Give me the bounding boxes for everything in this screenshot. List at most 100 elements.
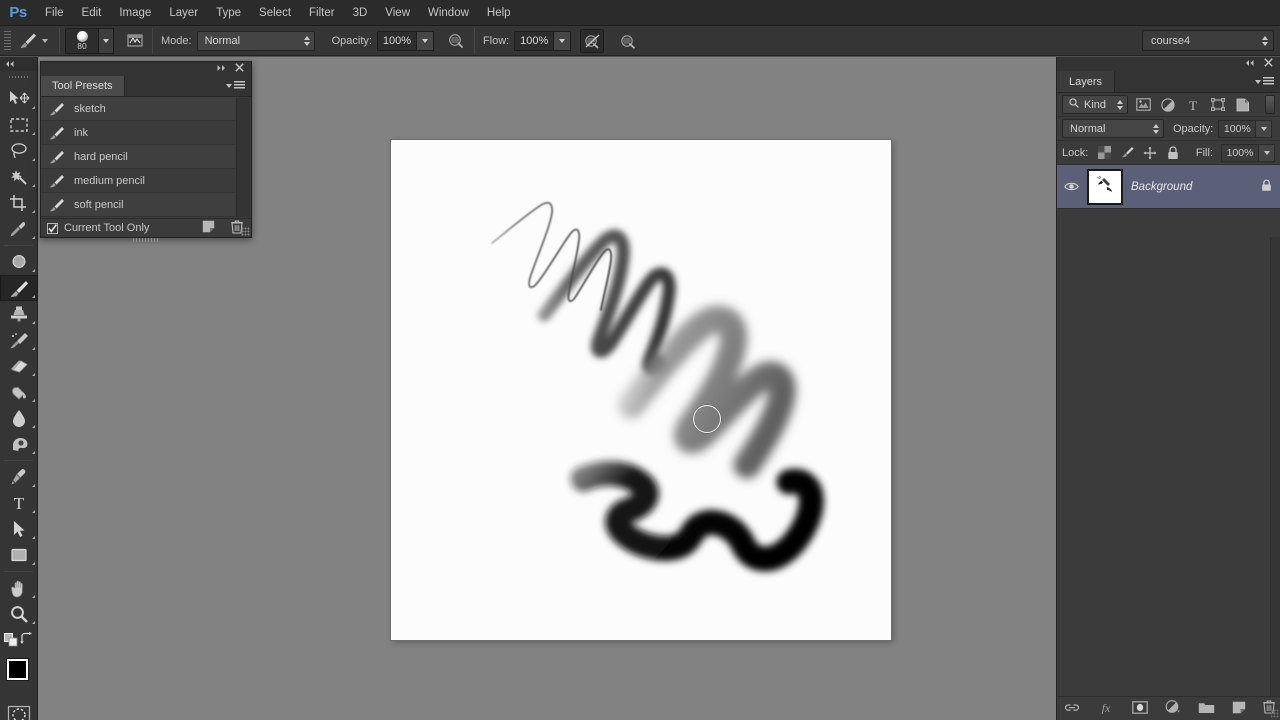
opacity-value[interactable]: 100% bbox=[376, 30, 417, 51]
tool-presets-panel[interactable]: Tool Presets sketch ink hard pencil medi… bbox=[40, 61, 252, 242]
tool-lasso[interactable] bbox=[0, 138, 38, 164]
menu-file[interactable]: File bbox=[36, 3, 73, 23]
tool-preset-item[interactable]: medium pencil bbox=[41, 169, 235, 193]
color-swatches[interactable] bbox=[0, 657, 37, 701]
tool-eyedropper[interactable] bbox=[0, 216, 38, 242]
tool-hand[interactable] bbox=[0, 575, 38, 601]
tool-history-brush[interactable] bbox=[0, 327, 38, 353]
current-tool-brush-icon[interactable] bbox=[14, 30, 40, 52]
layer-filter-kind-select[interactable]: Kind bbox=[1062, 95, 1128, 114]
tool-presets-close-icon[interactable] bbox=[235, 63, 244, 75]
tool-dodge[interactable] bbox=[0, 431, 38, 457]
opacity-pressure-toggle-button[interactable] bbox=[445, 29, 469, 53]
flow-value[interactable]: 100% bbox=[514, 30, 555, 51]
layer-row-background[interactable]: Background bbox=[1057, 165, 1280, 209]
tool-presets-titlebar[interactable] bbox=[41, 62, 251, 76]
layer-fill-control[interactable]: 100% bbox=[1221, 143, 1275, 162]
filter-adjustment-icon[interactable] bbox=[1158, 95, 1178, 114]
quick-mask-toggle[interactable] bbox=[0, 701, 38, 720]
tool-preset-item[interactable]: sketch bbox=[41, 97, 235, 121]
filter-smart-object-icon[interactable] bbox=[1233, 95, 1253, 114]
layer-style-fx-icon[interactable]: fx bbox=[1097, 701, 1115, 717]
tools-collapse-button[interactable] bbox=[0, 57, 37, 71]
layer-opacity-value[interactable]: 100% bbox=[1218, 119, 1257, 138]
tool-eraser[interactable] bbox=[0, 353, 38, 379]
layer-opacity-chevron-down-icon[interactable] bbox=[1256, 119, 1273, 138]
right-dock-collapse-icon[interactable] bbox=[1245, 58, 1256, 70]
layer-name-label[interactable]: Background bbox=[1131, 181, 1192, 193]
opacity-control[interactable]: 100% bbox=[376, 30, 434, 51]
flow-control[interactable]: 100% bbox=[514, 30, 572, 51]
new-preset-icon[interactable] bbox=[202, 220, 215, 236]
default-colors-icon[interactable] bbox=[4, 633, 18, 650]
new-group-icon[interactable] bbox=[1198, 701, 1215, 717]
layer-blend-mode-select[interactable]: Normal bbox=[1062, 119, 1164, 138]
tool-presets-resize-handle[interactable] bbox=[241, 227, 250, 236]
tool-preset-item[interactable]: hard pencil bbox=[41, 145, 235, 169]
layer-fill-chevron-down-icon[interactable] bbox=[1259, 143, 1275, 162]
tool-presets-menu-icon[interactable] bbox=[226, 81, 245, 90]
tool-path-selection[interactable] bbox=[0, 516, 38, 542]
new-adjustment-layer-icon[interactable] bbox=[1165, 700, 1181, 717]
layers-panel-resize-handle[interactable] bbox=[1270, 709, 1279, 718]
link-layers-icon[interactable] bbox=[1064, 702, 1080, 716]
foreground-color-swatch[interactable] bbox=[7, 659, 28, 680]
lock-image-pixels-icon[interactable] bbox=[1118, 144, 1136, 162]
tool-brush[interactable] bbox=[0, 275, 38, 301]
filter-shape-icon[interactable] bbox=[1208, 95, 1228, 114]
document-canvas[interactable] bbox=[391, 140, 891, 640]
menu-edit[interactable]: Edit bbox=[73, 3, 111, 23]
layer-visibility-toggle[interactable] bbox=[1063, 181, 1079, 192]
menu-select[interactable]: Select bbox=[250, 3, 300, 23]
menu-type[interactable]: Type bbox=[207, 3, 250, 23]
tool-rectangle-shape[interactable] bbox=[0, 542, 38, 568]
tool-pen[interactable] bbox=[0, 464, 38, 490]
tool-zoom[interactable] bbox=[0, 601, 38, 627]
lock-all-icon[interactable] bbox=[1164, 144, 1182, 162]
blend-mode-select[interactable]: Normal bbox=[196, 30, 315, 51]
tab-layers[interactable]: Layers bbox=[1057, 71, 1116, 92]
tool-spot-healing-brush[interactable] bbox=[0, 249, 38, 275]
menu-layer[interactable]: Layer bbox=[160, 3, 207, 23]
menu-window[interactable]: Window bbox=[419, 3, 478, 23]
flow-chevron-down-icon[interactable] bbox=[554, 30, 572, 51]
tool-preset-item[interactable]: soft pencil bbox=[41, 193, 235, 217]
lock-position-icon[interactable] bbox=[1141, 144, 1159, 162]
tool-move[interactable] bbox=[0, 86, 38, 112]
layer-opacity-control[interactable]: 100% bbox=[1218, 119, 1273, 138]
menu-3d[interactable]: 3D bbox=[344, 3, 377, 23]
airbrush-toggle-button[interactable] bbox=[580, 28, 605, 53]
menu-filter[interactable]: Filter bbox=[300, 3, 344, 23]
layers-panel-menu-icon[interactable] bbox=[1255, 77, 1274, 86]
tool-presets-collapse-icon[interactable] bbox=[216, 63, 227, 75]
tool-paint-bucket[interactable] bbox=[0, 379, 38, 405]
tool-clone-stamp[interactable] bbox=[0, 301, 38, 327]
lock-transparent-pixels-icon[interactable] bbox=[1095, 144, 1113, 162]
tools-panel-grip[interactable] bbox=[9, 73, 28, 83]
options-bar-gripper[interactable] bbox=[2, 29, 12, 52]
menu-help[interactable]: Help bbox=[478, 3, 520, 23]
tool-presets-drag-dots[interactable] bbox=[133, 238, 159, 242]
tool-blur[interactable] bbox=[0, 405, 38, 431]
current-tool-only-checkbox[interactable] bbox=[47, 222, 58, 234]
filter-type-icon[interactable]: T bbox=[1183, 95, 1203, 114]
tab-tool-presets[interactable]: Tool Presets bbox=[41, 76, 125, 96]
new-layer-icon[interactable] bbox=[1232, 701, 1246, 717]
filter-toggle-switch[interactable] bbox=[1265, 95, 1275, 114]
layer-thumbnail[interactable] bbox=[1087, 168, 1123, 205]
add-layer-mask-icon[interactable] bbox=[1131, 700, 1148, 717]
menu-image[interactable]: Image bbox=[110, 3, 160, 23]
toggle-brush-panel-button[interactable] bbox=[123, 29, 147, 53]
right-dock-close-icon[interactable] bbox=[1264, 58, 1273, 70]
menu-view[interactable]: View bbox=[376, 3, 419, 23]
brush-size-preview[interactable]: 80 bbox=[65, 27, 99, 54]
tablet-pressure-size-button[interactable] bbox=[616, 29, 640, 53]
tool-rectangular-marquee[interactable] bbox=[0, 112, 38, 138]
brush-picker-chevron-down-icon[interactable] bbox=[99, 27, 114, 54]
tool-quick-selection[interactable] bbox=[0, 164, 38, 190]
tool-crop[interactable] bbox=[0, 190, 38, 216]
tool-presets-scrollbar[interactable] bbox=[236, 98, 250, 217]
right-dock-titlebar[interactable] bbox=[1057, 57, 1280, 71]
layers-list-scrollbar[interactable] bbox=[1270, 237, 1280, 696]
filter-pixel-icon[interactable] bbox=[1133, 95, 1153, 114]
